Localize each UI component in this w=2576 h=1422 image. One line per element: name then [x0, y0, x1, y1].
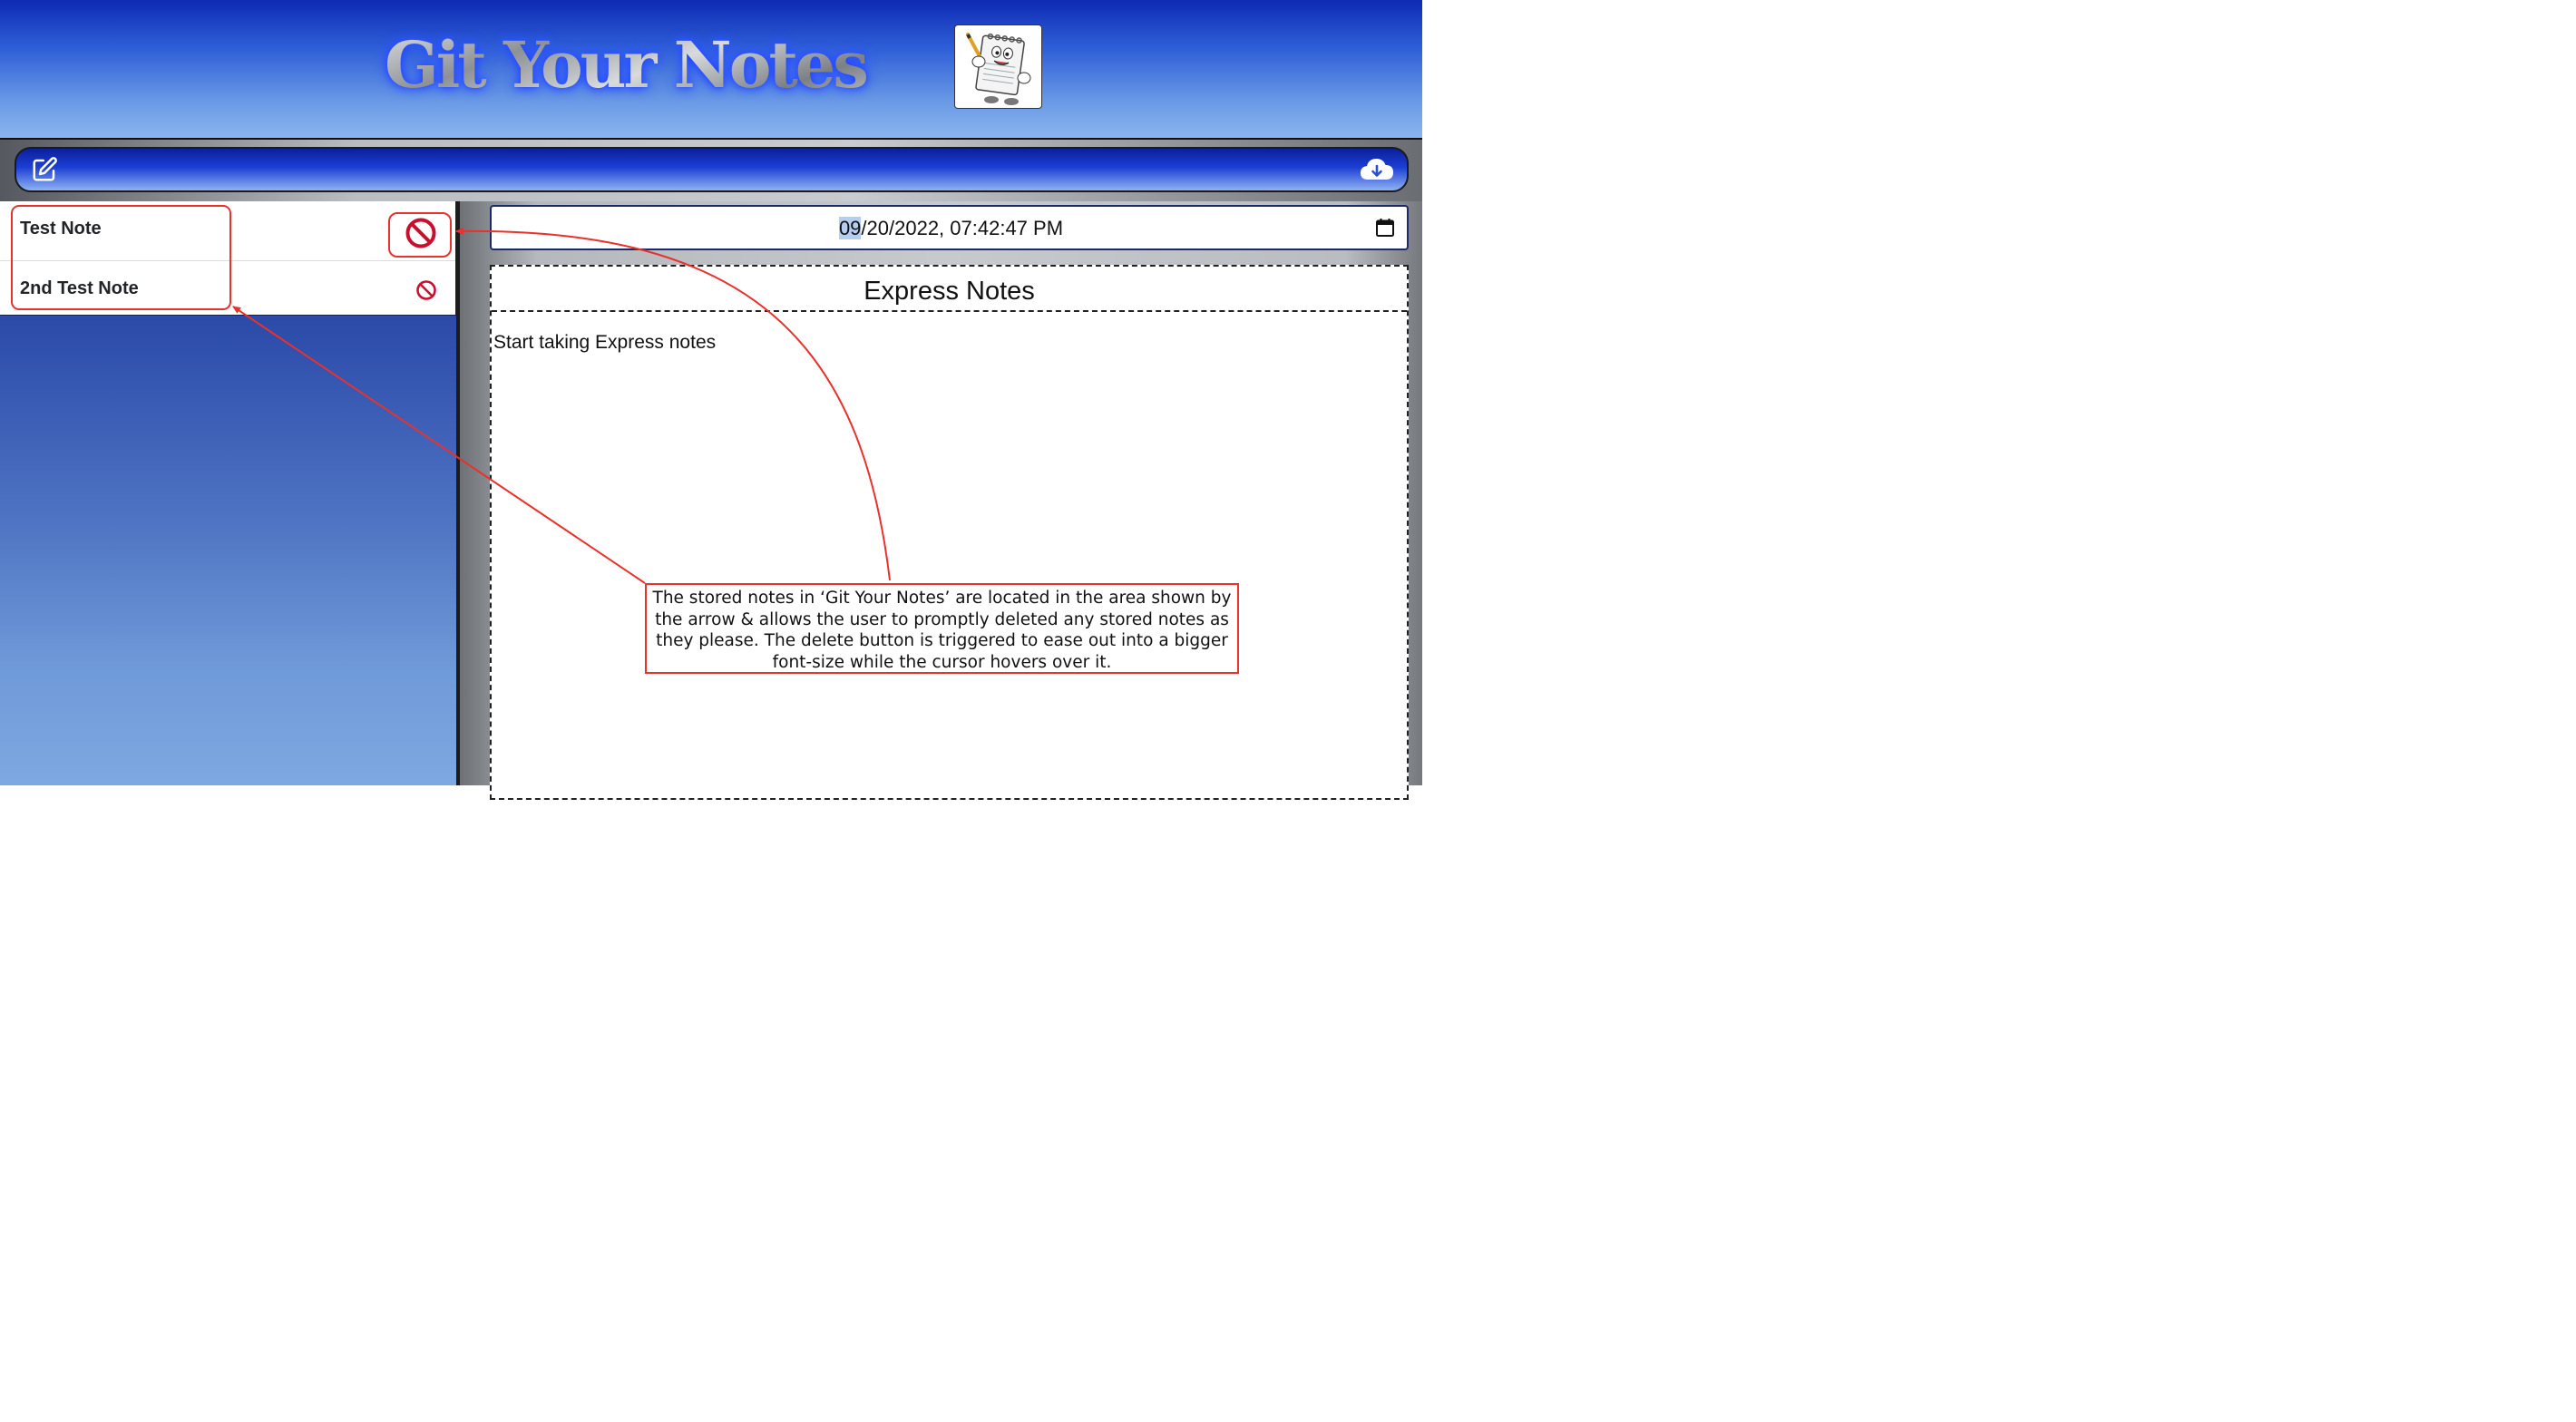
express-notes-panel: Express Notes Start taking Express notes	[490, 265, 1409, 800]
note-title[interactable]: Test Note	[20, 219, 102, 239]
list-item[interactable]: 2nd Test Note	[0, 261, 455, 315]
prohibited-icon	[416, 280, 436, 300]
note-title[interactable]: 2nd Test Note	[20, 278, 139, 299]
delete-note-button[interactable]	[405, 217, 437, 249]
prohibited-icon	[405, 218, 436, 248]
notepad-mascot-icon	[966, 33, 1031, 105]
app-title: Git Your Notes	[385, 20, 869, 111]
app-logo	[954, 24, 1042, 109]
pencil-square-icon	[33, 157, 57, 181]
note-editor[interactable]: Start taking Express notes	[493, 332, 716, 354]
calendar-button[interactable]	[1375, 218, 1395, 238]
delete-note-button[interactable]	[415, 279, 437, 301]
cloud-download-icon	[1361, 159, 1393, 180]
list-item[interactable]: Test Note	[0, 201, 455, 261]
datetime-month-segment[interactable]: 09	[838, 217, 862, 239]
annotation-callout: The stored notes in ‘Git Your Notes’ are…	[645, 583, 1239, 674]
calendar-icon	[1376, 219, 1394, 237]
datetime-input[interactable]: 09/20/2022, 07:42:47 PM	[490, 205, 1409, 250]
new-note-button[interactable]	[31, 156, 58, 183]
datetime-rest-segment[interactable]: /20/2022, 07:42:47 PM	[861, 217, 1063, 239]
note-list: Test Note 2nd Test Note	[0, 201, 456, 316]
save-notes-button[interactable]	[1360, 156, 1394, 183]
datetime-value[interactable]: 09/20/2022, 07:42:47 PM	[492, 207, 1410, 250]
toolbar	[15, 147, 1409, 192]
panel-title: Express Notes	[492, 267, 1407, 312]
